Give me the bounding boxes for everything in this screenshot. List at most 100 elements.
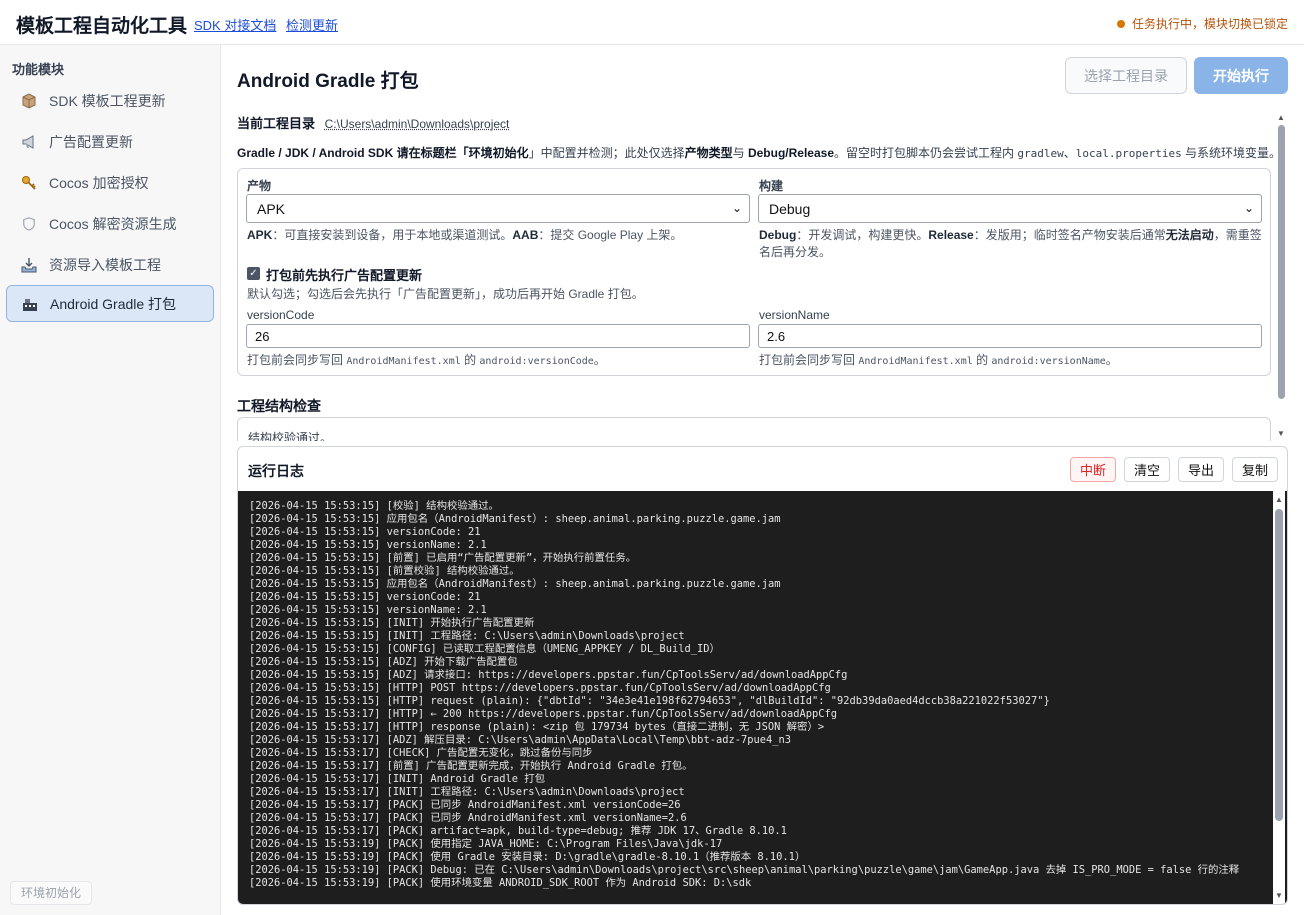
hint-text: 。留空时打包脚本仍会尝试工程内 — [834, 146, 1018, 160]
version-name-desc: 打包前会同步写回 AndroidManifest.xml 的 android:v… — [759, 352, 1118, 370]
artifact-label: 产物 — [247, 179, 272, 193]
log-line: [2026-04-15 15:53:15] 应用包名（AndroidManife… — [249, 578, 781, 590]
desc-code: android:versionName — [991, 356, 1106, 367]
version-code-label: versionCode — [247, 308, 315, 322]
log-line: [2026-04-15 15:53:15] [前置] 已启用“广告配置更新”，开… — [249, 552, 637, 564]
pre-update-label[interactable]: 打包前先执行广告配置更新 — [266, 265, 422, 284]
hint-code: local.properties — [1075, 147, 1182, 160]
scroll-down-icon[interactable]: ▼ — [1277, 429, 1285, 438]
log-line: [2026-04-15 15:53:17] [PACK] 已同步 Android… — [249, 812, 687, 824]
version-code-desc: 打包前会同步写回 AndroidManifest.xml 的 android:v… — [247, 352, 606, 370]
build-type-select[interactable]: Debug ⌄ — [758, 194, 1262, 223]
desc-code: android:versionCode — [479, 356, 594, 367]
version-code-input[interactable]: 26 — [246, 324, 750, 348]
log-line: [2026-04-15 15:53:15] [前置校验] 结构校验通过。 — [249, 565, 520, 577]
sdk-docs-link[interactable]: SDK 对接文档 — [194, 15, 276, 34]
sidebar-item-resource-import[interactable]: 资源导入模板工程 — [6, 246, 214, 283]
desc-code: AndroidManifest.xml — [858, 356, 973, 367]
log-line: [2026-04-15 15:53:15] [ADZ] 请求接口: https:… — [249, 669, 848, 681]
sidebar-item-label: Android Gradle 打包 — [50, 295, 177, 312]
log-scrollbar[interactable]: ▲ ▼ — [1273, 491, 1285, 904]
key-icon — [20, 174, 38, 192]
structure-check-title: 工程结构检查 — [237, 398, 321, 414]
log-line: [2026-04-15 15:53:17] [HTTP] response (p… — [249, 721, 825, 733]
log-line: [2026-04-15 15:53:15] versionCode: 21 — [249, 591, 481, 603]
sidebar-item-label: 广告配置更新 — [49, 133, 133, 150]
desc-text: ：提交 Google Play 上架。 — [538, 228, 683, 242]
desc-text: 。 — [593, 353, 606, 367]
status-dot-icon — [1116, 19, 1125, 28]
build-select-value: Debug — [769, 200, 811, 217]
scroll-thumb[interactable] — [1278, 125, 1285, 399]
log-line: [2026-04-15 15:53:17] [INIT] 工程路径: C:\Us… — [249, 786, 685, 798]
log-line: [2026-04-15 15:53:15] versionName: 2.1 — [249, 539, 487, 551]
settings-scroll-area: 当前工程目录 C:\Users\admin\Downloads\project … — [237, 111, 1289, 441]
log-line: [2026-04-15 15:53:19] [PACK] 使用指定 JAVA_H… — [249, 838, 723, 850]
scroll-up-icon[interactable]: ▲ — [1275, 495, 1283, 504]
desc-text: ：可直接安装到设备，用于本地或渠道测试。 — [272, 228, 513, 242]
desc-bold: Debug — [759, 228, 797, 242]
main-panel: Android Gradle 打包 选择工程目录 开始执行 当前工程目录 C:\… — [221, 45, 1304, 915]
page-title: Android Gradle 打包 — [237, 71, 419, 92]
scroll-up-icon[interactable]: ▲ — [1277, 113, 1285, 122]
log-line: [2026-04-15 15:53:17] [PACK] artifact=ap… — [249, 825, 787, 837]
check-update-link[interactable]: 检测更新 — [286, 15, 338, 34]
desc-text: ：开发调试，构建更快。 — [796, 228, 929, 242]
settings-scrollbar[interactable]: ▲ ▼ — [1275, 111, 1287, 441]
log-line: [2026-04-15 15:53:15] 应用包名（AndroidManife… — [249, 513, 781, 525]
log-title: 运行日志 — [248, 463, 304, 479]
hint-text: 与系统环境变量。 — [1181, 146, 1282, 160]
env-init-button[interactable]: 环境初始化 — [10, 881, 93, 905]
log-output[interactable]: [2026-04-15 15:53:15] [校验] 结构校验通过。 [2026-… — [238, 491, 1287, 904]
log-line: [2026-04-15 15:53:15] [CONFIG] 已读取工程配置信息… — [249, 643, 720, 655]
log-line: [2026-04-15 15:53:19] [PACK] 使用 Gradle 安… — [249, 851, 806, 863]
desc-text: 。 — [1105, 353, 1118, 367]
log-panel: 运行日志 中断 清空 导出 复制 [2026-04-15 15:53:15] [… — [237, 446, 1288, 905]
choose-dir-button[interactable]: 选择工程目录 — [1065, 57, 1187, 94]
log-line: [2026-04-15 15:53:17] [PACK] 已同步 Android… — [249, 799, 681, 811]
env-hint: Gradle / JDK / Android SDK 请在标题栏「环境初始化」中… — [237, 144, 1281, 161]
chevron-down-icon: ⌄ — [731, 201, 742, 215]
sidebar-item-cocos-encrypt[interactable]: Cocos 加密授权 — [6, 164, 214, 201]
structure-check-result: 结构校验通过。 — [237, 417, 1271, 441]
log-line: [2026-04-15 15:53:19] [PACK] Debug: 已在 C… — [249, 864, 1240, 876]
build-desc: Debug：开发调试，构建更快。Release：发版用；临时签名产物安装后通常无… — [759, 227, 1265, 261]
log-line: [2026-04-15 15:53:17] [HTTP] ← 200 https… — [249, 708, 838, 720]
sidebar-item-cocos-decrypt[interactable]: Cocos 解密资源生成 — [6, 205, 214, 242]
version-name-input[interactable]: 2.6 — [758, 324, 1262, 348]
export-log-button[interactable]: 导出 — [1178, 457, 1224, 482]
desc-text: ，需重签 — [1213, 228, 1262, 242]
sidebar-item-label: Cocos 解密资源生成 — [49, 215, 177, 232]
scroll-down-icon[interactable]: ▼ — [1275, 891, 1283, 900]
sidebar-item-ad-config-update[interactable]: 广告配置更新 — [6, 123, 214, 160]
abort-button[interactable]: 中断 — [1070, 457, 1116, 482]
hint-text: Gradle / JDK / Android SDK 请在标题栏「 — [237, 146, 469, 160]
pre-update-checkbox[interactable]: ✓ — [247, 267, 260, 280]
current-dir-row: 当前工程目录 C:\Users\admin\Downloads\project — [237, 113, 509, 132]
log-scroll-thumb[interactable] — [1275, 509, 1283, 821]
sidebar-heading: 功能模块 — [12, 62, 65, 77]
clear-log-button[interactable]: 清空 — [1124, 457, 1170, 482]
log-line: [2026-04-15 15:53:15] [HTTP] POST https:… — [249, 682, 831, 694]
version-name-label: versionName — [759, 308, 830, 322]
sidebar-item-sdk-template-update[interactable]: SDK 模板工程更新 — [6, 82, 214, 119]
sidebar: 功能模块 SDK 模板工程更新 广告配置更新 Cocos 加密授权 Cocos … — [0, 45, 221, 915]
build-label: 构建 — [759, 179, 784, 193]
sidebar-item-android-gradle[interactable]: Android Gradle 打包 — [6, 285, 214, 322]
sidebar-item-label: 资源导入模板工程 — [49, 256, 161, 273]
task-status-text: 任务执行中，模块切换已锁定 — [1131, 17, 1288, 31]
current-dir-path[interactable]: C:\Users\admin\Downloads\project — [325, 117, 510, 131]
hint-text: 、 — [1063, 146, 1076, 160]
hint-bold: Debug/Release — [747, 146, 835, 160]
artifact-select[interactable]: APK ⌄ — [246, 194, 750, 223]
copy-log-button[interactable]: 复制 — [1232, 457, 1278, 482]
log-line: [2026-04-15 15:53:17] [CHECK] 广告配置无变化，跳过… — [249, 747, 593, 759]
build-icon — [21, 295, 39, 313]
log-line: [2026-04-15 15:53:15] versionName: 2.1 — [249, 604, 487, 616]
top-bar: 模板工程自动化工具 SDK 对接文档 检测更新 任务执行中，模块切换已锁定 — [0, 0, 1304, 45]
desc-bold: 无法启动 — [1165, 228, 1214, 242]
hint-code: gradlew — [1017, 147, 1064, 160]
import-tray-icon — [20, 256, 38, 274]
start-button[interactable]: 开始执行 — [1194, 57, 1288, 94]
log-line: [2026-04-15 15:53:17] [INIT] Android Gra… — [249, 773, 546, 785]
